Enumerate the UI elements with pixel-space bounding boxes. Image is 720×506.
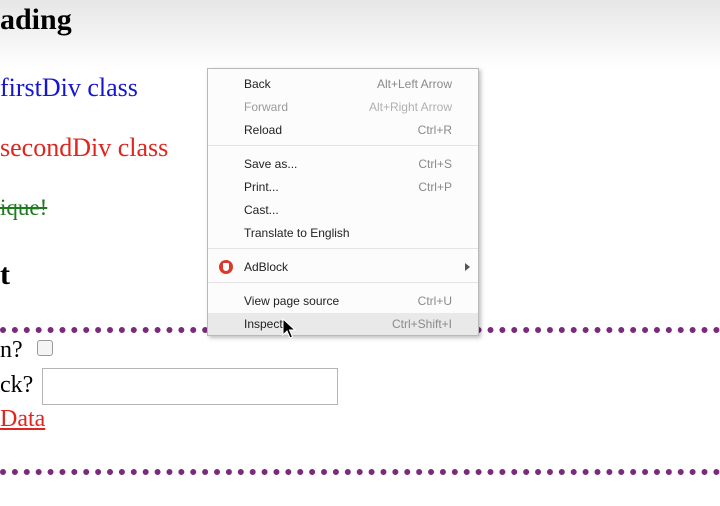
menu-item-label: Inspect [244, 317, 283, 331]
page-top-shade [0, 0, 720, 70]
menu-item-label: AdBlock [244, 260, 289, 274]
context-menu: Back Alt+Left Arrow Forward Alt+Right Ar… [207, 68, 479, 336]
menu-item-adblock[interactable]: AdBlock [208, 256, 478, 278]
menu-item-label: Save as... [244, 157, 298, 171]
first-div-text: firstDiv class [0, 73, 138, 102]
unique-text: ique! [0, 195, 48, 220]
menu-item-label: View page source [244, 294, 340, 308]
menu-separator [208, 282, 478, 283]
menu-item-label: Print... [244, 180, 279, 194]
adblock-icon [219, 260, 233, 274]
menu-item-shortcut: Alt+Right Arrow [368, 100, 452, 114]
menu-item-label: Translate to English [244, 226, 350, 240]
menu-item-back[interactable]: Back Alt+Left Arrow [208, 73, 478, 95]
mouse-cursor-icon [282, 318, 296, 339]
menu-item-save-as[interactable]: Save as... Ctrl+S [208, 153, 478, 175]
submenu-arrow-icon [465, 263, 470, 271]
menu-item-reload[interactable]: Reload Ctrl+R [208, 119, 478, 141]
menu-item-label: Back [244, 77, 271, 91]
menu-item-shortcut: Ctrl+S [418, 157, 452, 171]
menu-separator [208, 248, 478, 249]
menu-item-label: Cast... [244, 203, 279, 217]
menu-item-translate[interactable]: Translate to English [208, 222, 478, 244]
menu-item-shortcut: Ctrl+R [417, 123, 452, 137]
menu-separator [208, 145, 478, 146]
menu-item-shortcut: Alt+Left Arrow [376, 77, 452, 91]
page-heading: ading [0, 3, 72, 36]
menu-item-view-source[interactable]: View page source Ctrl+U [208, 290, 478, 312]
data-link[interactable]: Data [0, 406, 45, 433]
menu-item-shortcut: Ctrl+Shift+I [391, 317, 452, 331]
menu-item-shortcut: Ctrl+U [417, 294, 452, 308]
question-1-checkbox[interactable] [37, 340, 53, 356]
menu-item-label: Forward [244, 100, 289, 114]
section-heading: t [0, 258, 10, 291]
question-2-input[interactable] [42, 368, 338, 405]
menu-item-print[interactable]: Print... Ctrl+P [208, 176, 478, 198]
menu-item-forward[interactable]: Forward Alt+Right Arrow [208, 96, 478, 118]
menu-item-inspect[interactable]: Inspect Ctrl+Shift+I [208, 313, 478, 335]
menu-item-shortcut: Ctrl+P [418, 180, 452, 194]
question-1-label: n? [0, 337, 23, 363]
menu-item-cast[interactable]: Cast... [208, 199, 478, 221]
dotted-border-bottom [0, 469, 720, 475]
second-div-text: secondDiv class [0, 133, 169, 162]
menu-item-label: Reload [244, 123, 283, 137]
question-2-label: ck? [0, 372, 34, 398]
